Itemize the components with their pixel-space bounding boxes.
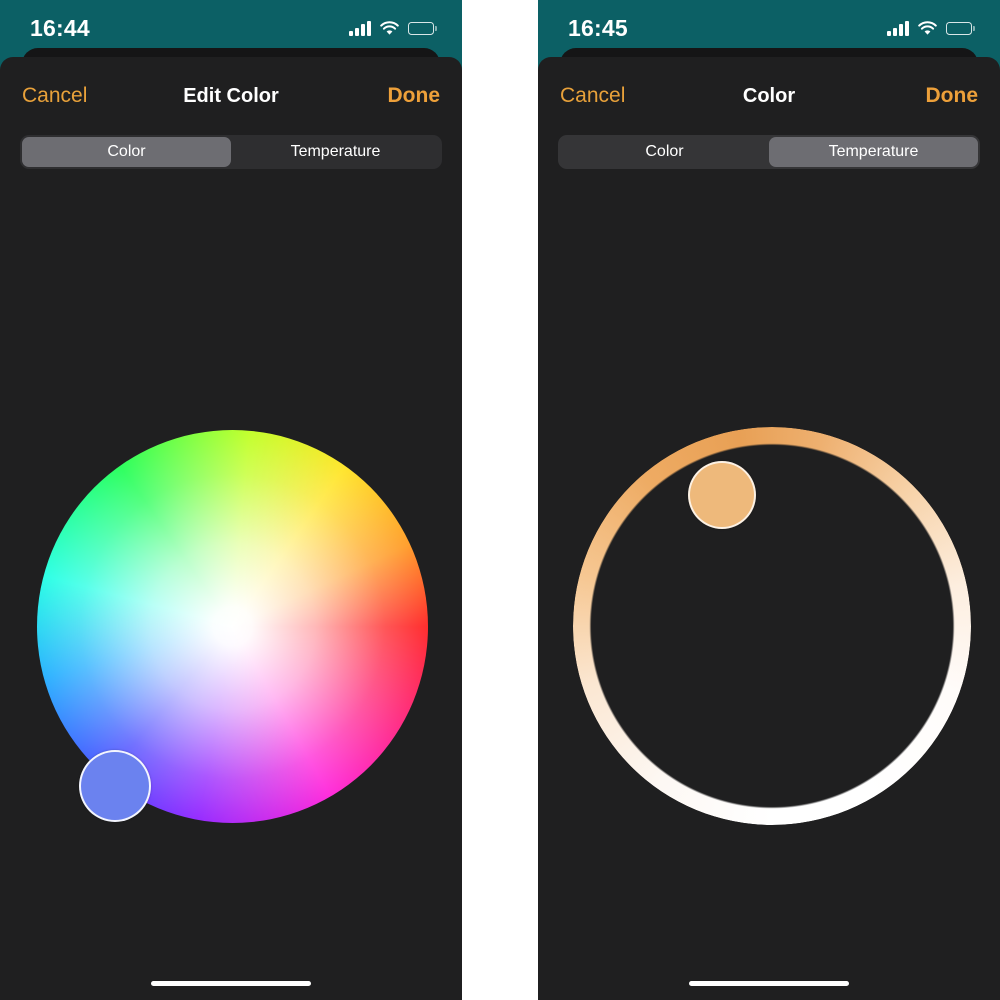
tab-color[interactable]: Color: [22, 137, 231, 167]
status-bar-time: 16:44: [30, 14, 90, 41]
done-button[interactable]: Done: [388, 84, 441, 108]
cellular-signal-icon: [349, 20, 371, 36]
temperature-ring-handle[interactable]: [688, 461, 756, 529]
temperature-ring[interactable]: [573, 427, 971, 825]
segmented-control-color-temperature[interactable]: Color Temperature: [558, 135, 980, 169]
battery-icon: [408, 21, 437, 35]
phone-screen-color: 16:44 Cancel Edit Color Done Color Tempe…: [0, 0, 462, 1000]
status-bar-icons: [349, 20, 437, 36]
tab-color[interactable]: Color: [560, 137, 769, 167]
phone-screen-temperature: 16:45 Cancel Color Done Color Temperatur…: [538, 0, 1000, 1000]
status-bar: 16:44: [0, 0, 462, 56]
screenshot-divider: [462, 0, 538, 1000]
navigation-bar: Cancel Color Done: [538, 57, 1000, 135]
status-bar: 16:45: [538, 0, 1000, 56]
status-bar-time: 16:45: [568, 14, 628, 41]
color-wheel-handle[interactable]: [79, 750, 151, 822]
tab-temperature[interactable]: Temperature: [769, 137, 978, 167]
dual-screenshot-container: 16:44 Cancel Edit Color Done Color Tempe…: [0, 0, 1000, 1000]
modal-sheet: Cancel Edit Color Done Color Temperature: [0, 57, 462, 1000]
modal-sheet: Cancel Color Done Color Temperature: [538, 57, 1000, 1000]
temperature-picker-stage[interactable]: [538, 169, 1000, 1000]
status-bar-icons: [887, 20, 975, 36]
tab-temperature[interactable]: Temperature: [231, 137, 440, 167]
home-indicator: [689, 981, 849, 986]
cancel-button[interactable]: Cancel: [22, 84, 87, 108]
battery-icon: [946, 21, 975, 35]
done-button[interactable]: Done: [926, 84, 979, 108]
navigation-bar: Cancel Edit Color Done: [0, 57, 462, 135]
home-indicator: [151, 981, 311, 986]
wifi-icon: [918, 20, 937, 36]
color-picker-stage[interactable]: [0, 169, 462, 1000]
wifi-icon: [380, 20, 399, 36]
cancel-button[interactable]: Cancel: [560, 84, 625, 108]
segmented-control-color-temperature[interactable]: Color Temperature: [20, 135, 442, 169]
cellular-signal-icon: [887, 20, 909, 36]
